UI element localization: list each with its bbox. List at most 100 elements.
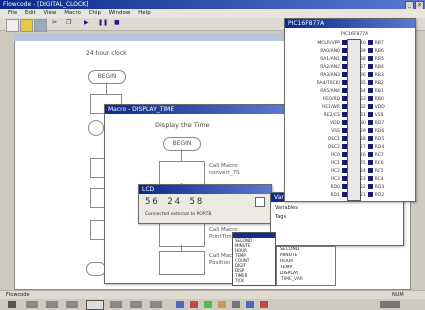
begin-terminal[interactable]: BEGIN <box>88 70 126 84</box>
pin-toggle[interactable] <box>367 96 373 101</box>
pin-toggle[interactable] <box>367 112 373 117</box>
menu-macro[interactable]: Macro <box>64 10 81 16</box>
pause-icon[interactable]: ❚❚ <box>98 19 109 30</box>
menu-view[interactable]: View <box>43 10 56 16</box>
list-panel[interactable]: SECOND MINUTE HOUR TEMP DISPLAY TIME_VAR <box>276 246 336 286</box>
pin-toggle[interactable] <box>342 64 347 69</box>
stop-icon[interactable]: ■ <box>114 19 125 30</box>
palette-icon[interactable] <box>176 301 184 308</box>
call-macro-block[interactable] <box>159 251 205 275</box>
palette-icon[interactable] <box>232 301 240 308</box>
menu-file[interactable]: File <box>8 10 17 16</box>
pin-toggle[interactable] <box>367 160 373 165</box>
palette-icon[interactable] <box>110 301 122 308</box>
pin-toggle[interactable] <box>367 192 373 197</box>
pin-toggle[interactable] <box>367 88 373 93</box>
menu-chip[interactable]: Chip <box>89 10 101 16</box>
macro-begin[interactable]: BEGIN <box>163 137 201 151</box>
pin-toggle[interactable] <box>342 104 347 109</box>
pin-toggle[interactable] <box>367 184 373 189</box>
pin-toggle[interactable] <box>342 56 347 61</box>
pin-toggle[interactable] <box>342 160 347 165</box>
save-icon[interactable] <box>34 19 47 32</box>
pin-toggle[interactable] <box>367 152 373 157</box>
pin-toggle[interactable] <box>342 88 347 93</box>
palette-icon[interactable] <box>246 301 254 308</box>
menu-edit[interactable]: Edit <box>25 10 36 16</box>
pin-row-right: 37 RB4 <box>360 64 384 72</box>
pin-toggle[interactable] <box>367 120 373 125</box>
pin-toggle[interactable] <box>342 192 347 197</box>
pin-row-right: 38 RB5 <box>360 56 384 64</box>
palette-icon[interactable] <box>218 301 226 308</box>
pin-row-left: RA1/AN1 <box>289 56 347 64</box>
pin-toggle[interactable] <box>367 72 373 77</box>
pin-toggle[interactable] <box>342 40 347 45</box>
menu-window[interactable]: Window <box>109 10 131 16</box>
pin-toggle[interactable] <box>367 64 373 69</box>
loop-terminal[interactable] <box>86 262 106 276</box>
pin-label: RC5 <box>374 169 384 174</box>
pin-toggle[interactable] <box>367 176 373 181</box>
pin-toggle[interactable] <box>342 184 347 189</box>
palette-icon[interactable] <box>86 300 104 310</box>
pin-row-left: OSC2 <box>289 144 347 152</box>
main-titlebar: Flowcode - [DIGITAL_CLOCK] <box>0 0 425 9</box>
pin-toggle[interactable] <box>342 128 347 133</box>
pin-toggle[interactable] <box>367 80 373 85</box>
call-macro-block[interactable] <box>159 161 205 185</box>
palette-icon[interactable] <box>66 301 78 308</box>
pin-toggle[interactable] <box>367 128 373 133</box>
pin-window[interactable]: PIC16F877A PIC16F877A MCLR/VPP RA0/AN0 RA1… <box>284 18 416 202</box>
pin-toggle[interactable] <box>367 48 373 53</box>
pin-toggle[interactable] <box>342 112 347 117</box>
pin-toggle[interactable] <box>342 120 347 125</box>
pin-toggle[interactable] <box>367 40 373 45</box>
pin-number: 21 <box>360 193 366 198</box>
pin-toggle[interactable] <box>342 168 347 173</box>
palette-icon[interactable] <box>150 301 162 308</box>
dropdown-list[interactable]: SECOND MINUTE HOUR TEMP COUNT DIGIT DISP TIMER T… <box>232 232 276 286</box>
palette-icon[interactable] <box>260 301 268 308</box>
pin-toggle[interactable] <box>367 104 373 109</box>
lcd-option-button[interactable] <box>255 197 265 207</box>
pin-label: RC7 <box>374 153 384 158</box>
palette-icon[interactable] <box>130 301 142 308</box>
new-icon[interactable] <box>6 19 19 32</box>
pin-toggle[interactable] <box>367 136 373 141</box>
palette-icon[interactable] <box>380 301 400 308</box>
connector-node[interactable] <box>88 120 104 136</box>
pin-toggle[interactable] <box>342 144 347 149</box>
cut-icon[interactable]: ✂ <box>52 19 63 30</box>
copy-icon[interactable]: ❐ <box>66 19 77 30</box>
palette-icon[interactable] <box>190 301 198 308</box>
lcd-window[interactable]: LCD 56 24 58 Connected external to PORTB <box>138 184 272 224</box>
pin-toggle[interactable] <box>342 72 347 77</box>
pin-toggle[interactable] <box>342 80 347 85</box>
variables-item[interactable]: Tags <box>275 214 286 220</box>
pin-toggle[interactable] <box>342 136 347 141</box>
pin-toggle[interactable] <box>367 56 373 61</box>
pin-label: RC6 <box>374 161 384 166</box>
play-icon[interactable]: ▶ <box>84 19 95 30</box>
palette-icon[interactable] <box>8 301 16 308</box>
palette-icon[interactable] <box>26 301 38 308</box>
pin-toggle[interactable] <box>342 96 347 101</box>
palette-icon[interactable] <box>46 301 58 308</box>
pin-toggle[interactable] <box>367 144 373 149</box>
dropdown-item[interactable]: TICK <box>233 278 275 283</box>
pin-titlebar: PIC16F877A <box>285 19 415 28</box>
call-macro-block[interactable] <box>159 223 205 247</box>
pin-label: RB4 <box>374 65 384 70</box>
pin-number: 23 <box>360 177 366 182</box>
pin-toggle[interactable] <box>367 168 373 173</box>
pin-toggle[interactable] <box>342 48 347 53</box>
open-icon[interactable] <box>20 19 33 32</box>
pin-toggle[interactable] <box>342 152 347 157</box>
pin-row-right: 22 RD3 <box>360 184 384 192</box>
palette-icon[interactable] <box>204 301 212 308</box>
pin-toggle[interactable] <box>342 176 347 181</box>
menu-help[interactable]: Help <box>138 10 151 16</box>
pin-number: 35 <box>360 81 366 86</box>
pin-row-right: 24 RC5 <box>360 168 384 176</box>
